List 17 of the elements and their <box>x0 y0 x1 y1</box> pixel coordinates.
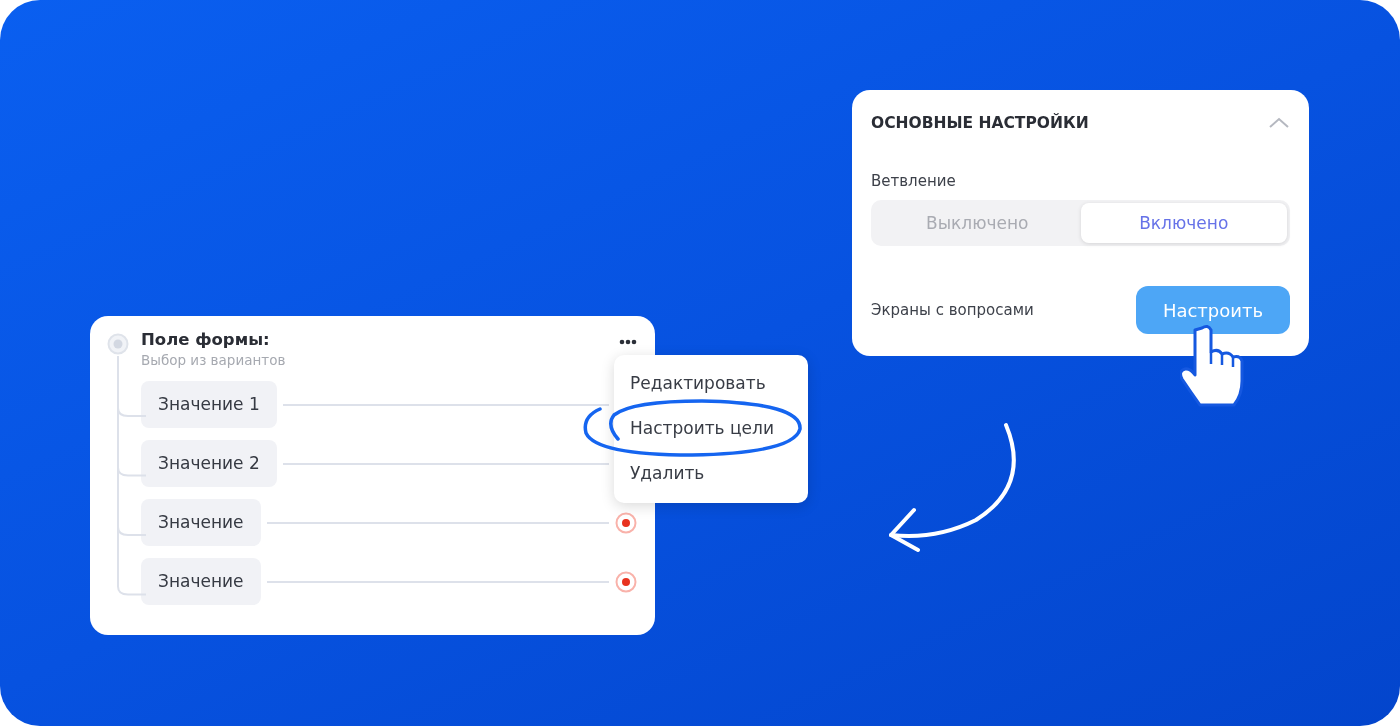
field-title: Поле формы: <box>141 330 271 349</box>
menu-item[interactable]: Редактировать <box>630 372 766 393</box>
menu-item[interactable]: Настроить цели <box>630 417 774 438</box>
option-chip[interactable]: Значение <box>141 499 261 546</box>
target-marker-icon[interactable] <box>615 511 637 534</box>
target-marker-icon[interactable] <box>615 570 637 593</box>
field-label: Экраны с вопросами <box>871 301 1034 319</box>
menu-item[interactable]: Удалить <box>630 462 705 483</box>
segment-option[interactable]: Включено <box>1080 203 1287 243</box>
field-label: Ветвление <box>871 172 957 190</box>
option-chip[interactable]: Значение <box>141 558 261 605</box>
radio-icon <box>107 333 129 355</box>
more-icon[interactable] <box>619 339 637 345</box>
section-title: ОСНОВНЫЕ НАСТРОЙКИ <box>871 114 1089 132</box>
option-chip[interactable]: Значение 2 <box>141 440 277 487</box>
option-chip[interactable]: Значение 1 <box>141 381 277 428</box>
field-subtitle: Выбор из вариантов <box>141 352 286 368</box>
